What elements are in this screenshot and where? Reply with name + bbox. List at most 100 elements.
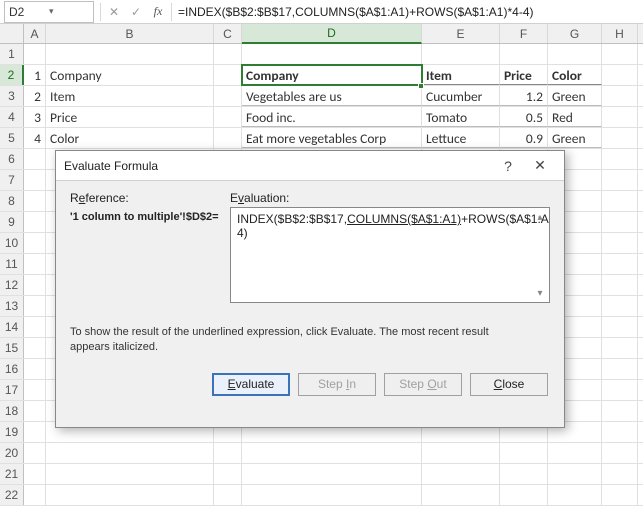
cell[interactable] (24, 401, 46, 421)
cell[interactable] (24, 338, 46, 358)
cell[interactable] (500, 464, 548, 484)
row-header[interactable]: 12 (0, 275, 24, 295)
cell[interactable] (214, 86, 242, 106)
cell[interactable] (602, 296, 638, 316)
cell[interactable]: Tomato (422, 107, 500, 127)
row-header[interactable]: 9 (0, 212, 24, 232)
evaluate-button[interactable]: Evaluate (212, 373, 290, 396)
cell[interactable] (24, 380, 46, 400)
cancel-formula-icon[interactable]: ✕ (103, 1, 125, 23)
cell[interactable]: Lettuce (422, 128, 500, 148)
cell[interactable] (24, 275, 46, 295)
cell[interactable] (602, 65, 638, 85)
cell[interactable] (602, 212, 638, 232)
cell[interactable] (24, 296, 46, 316)
cell[interactable] (214, 65, 242, 85)
cell[interactable] (46, 44, 214, 64)
cell[interactable]: 3 (24, 107, 46, 127)
col-header-B[interactable]: B (46, 24, 214, 43)
row-header[interactable]: 15 (0, 338, 24, 358)
cell[interactable] (242, 443, 422, 463)
dialog-titlebar[interactable]: Evaluate Formula ? ✕ (56, 151, 564, 181)
cell[interactable] (548, 464, 602, 484)
cell[interactable] (242, 464, 422, 484)
cell[interactable] (214, 128, 242, 148)
cell[interactable]: Vegetables are us (242, 86, 422, 106)
cell[interactable] (602, 380, 638, 400)
cell[interactable]: Green (548, 86, 602, 106)
col-header-H[interactable]: H (602, 24, 638, 43)
row-header[interactable]: 1 (0, 44, 24, 64)
insert-function-icon[interactable]: fx (147, 1, 169, 23)
name-box[interactable]: D2 ▾ (4, 1, 94, 23)
cell[interactable] (24, 233, 46, 253)
cell[interactable] (602, 128, 638, 148)
row-header[interactable]: 20 (0, 443, 24, 463)
cell[interactable] (214, 485, 242, 505)
col-header-C[interactable]: C (214, 24, 242, 43)
cell[interactable] (602, 86, 638, 106)
cell[interactable]: Item (46, 86, 214, 106)
cell[interactable] (602, 275, 638, 295)
cell[interactable] (602, 233, 638, 253)
cell[interactable] (24, 485, 46, 505)
cell[interactable] (214, 443, 242, 463)
close-icon[interactable]: ✕ (524, 157, 556, 174)
row-header[interactable]: 10 (0, 233, 24, 253)
cell[interactable] (602, 422, 638, 442)
cell[interactable] (422, 443, 500, 463)
cell[interactable]: Food inc. (242, 107, 422, 127)
fill-handle[interactable] (418, 83, 424, 89)
col-header-G[interactable]: G (548, 24, 602, 43)
confirm-formula-icon[interactable]: ✓ (125, 1, 147, 23)
cell[interactable]: Color (548, 65, 602, 85)
cell[interactable]: Red (548, 107, 602, 127)
cell-selected[interactable]: Company (242, 65, 422, 85)
row-header[interactable]: 4 (0, 107, 24, 127)
cell[interactable]: Company (46, 65, 214, 85)
row-header[interactable]: 6 (0, 149, 24, 169)
cell[interactable] (24, 149, 46, 169)
cell[interactable] (242, 485, 422, 505)
cell[interactable] (24, 359, 46, 379)
cell[interactable] (602, 107, 638, 127)
row-header[interactable]: 5 (0, 128, 24, 148)
cell[interactable] (24, 422, 46, 442)
cell[interactable] (24, 170, 46, 190)
cell[interactable] (602, 149, 638, 169)
cell[interactable] (214, 107, 242, 127)
cell[interactable]: 0.5 (500, 107, 548, 127)
row-header[interactable]: 18 (0, 401, 24, 421)
cell[interactable]: 1 (24, 65, 46, 85)
row-header[interactable]: 16 (0, 359, 24, 379)
scroll-up-icon[interactable]: ▴ (533, 210, 547, 224)
close-button[interactable]: Close (470, 373, 548, 396)
cell[interactable] (602, 443, 638, 463)
cell[interactable]: Cucumber (422, 86, 500, 106)
cell[interactable] (548, 44, 602, 64)
cell[interactable] (24, 443, 46, 463)
cell[interactable] (500, 485, 548, 505)
cell[interactable] (46, 485, 214, 505)
cell[interactable]: Color (46, 128, 214, 148)
cell[interactable] (24, 464, 46, 484)
cell[interactable] (24, 254, 46, 274)
row-header[interactable]: 14 (0, 317, 24, 337)
cell[interactable] (602, 464, 638, 484)
cell[interactable] (602, 338, 638, 358)
cell[interactable]: 4 (24, 128, 46, 148)
cell[interactable] (500, 443, 548, 463)
help-icon[interactable]: ? (492, 158, 524, 174)
cell[interactable] (422, 485, 500, 505)
cell[interactable] (24, 191, 46, 211)
cell[interactable] (422, 464, 500, 484)
chevron-down-icon[interactable]: ▾ (49, 6, 89, 17)
col-header-F[interactable]: F (500, 24, 548, 43)
col-header-D[interactable]: D (242, 24, 422, 44)
row-header[interactable]: 11 (0, 254, 24, 274)
cell[interactable] (24, 212, 46, 232)
cell[interactable] (548, 443, 602, 463)
cell[interactable] (602, 254, 638, 274)
cell[interactable] (422, 44, 500, 64)
cell[interactable] (500, 44, 548, 64)
